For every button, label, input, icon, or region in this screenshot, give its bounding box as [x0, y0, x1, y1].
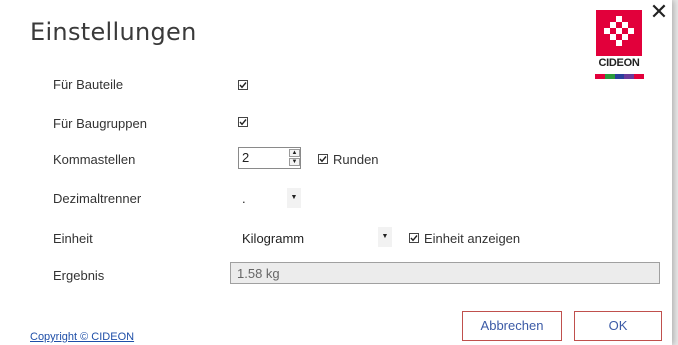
stepper-buttons: ▲ ▼ [289, 149, 300, 167]
stepper-up-icon[interactable]: ▲ [289, 149, 300, 157]
cideon-logo-text: CIDEON [598, 57, 640, 69]
kommastellen-value[interactable]: 2 [242, 150, 249, 165]
cancel-button[interactable]: Abbrechen [462, 311, 562, 341]
fuer-bauteile-checkbox[interactable] [238, 80, 248, 90]
stepper-down-icon[interactable]: ▼ [289, 158, 300, 166]
checkmark-icon [239, 119, 247, 126]
ergebnis-value: 1.58 kg [237, 266, 280, 281]
runden-label: Runden [333, 152, 379, 167]
copyright-link[interactable]: Copyright © CIDEON [30, 331, 134, 343]
checkmark-icon [410, 235, 418, 242]
einheit-select[interactable]: Kilogramm [242, 231, 304, 246]
runden-checkbox[interactable] [318, 154, 328, 164]
dialog-title: Einstellungen [30, 18, 197, 46]
ergebnis-label: Ergebnis [53, 268, 105, 283]
dezimaltrenner-label: Dezimaltrenner [53, 191, 142, 206]
cideon-logo-colorbar [595, 74, 644, 79]
einheit-label: Einheit [53, 231, 93, 246]
dezimaltrenner-dropdown-icon[interactable]: ▼ [287, 188, 301, 208]
ok-button[interactable]: OK [574, 311, 662, 341]
close-icon[interactable]: ✕ [648, 2, 670, 24]
cideon-logo-mark [596, 10, 642, 56]
einheit-anzeigen-checkbox[interactable] [409, 233, 419, 243]
einheit-dropdown-icon[interactable]: ▼ [378, 227, 392, 247]
cideon-logo: CIDEON [593, 10, 645, 84]
kommastellen-label: Kommastellen [53, 152, 136, 167]
fuer-bauteile-label: Für Bauteile [53, 77, 124, 92]
ergebnis-field: 1.58 kg [230, 262, 660, 284]
settings-dialog: Einstellungen ✕ CIDEON Für Bauteile Für … [0, 0, 672, 345]
checkmark-icon [239, 82, 247, 89]
kommastellen-stepper[interactable]: 2 ▲ ▼ [238, 147, 301, 169]
dezimaltrenner-select[interactable]: . [242, 191, 246, 206]
fuer-baugruppen-label: Für Baugruppen [53, 116, 147, 131]
checkmark-icon [319, 156, 327, 163]
einheit-anzeigen-label: Einheit anzeigen [424, 231, 521, 246]
fuer-baugruppen-checkbox[interactable] [238, 117, 248, 127]
